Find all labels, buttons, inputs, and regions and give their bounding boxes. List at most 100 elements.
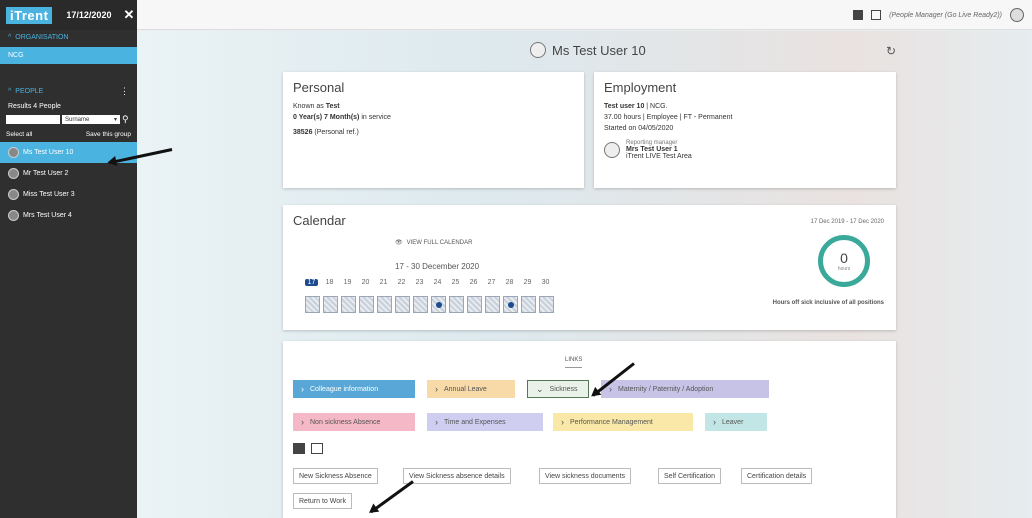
link-label: Performance Management (570, 418, 653, 426)
link-sickness[interactable]: ⌄ Sickness (527, 380, 589, 398)
eye-icon: 👁 (395, 240, 403, 246)
chevron-up-icon: ^ (8, 34, 12, 41)
calendar-day[interactable]: 30 (539, 279, 552, 286)
manager-name[interactable]: Mrs Test User 1 (626, 146, 692, 153)
calendar-cell[interactable] (341, 296, 356, 313)
calendar-day[interactable]: 19 (341, 279, 354, 286)
link-leaver[interactable]: › Leaver (705, 413, 767, 431)
avatar (530, 42, 546, 58)
search-icon[interactable]: ⚲ (122, 114, 129, 125)
calendar-day[interactable]: 20 (359, 279, 372, 286)
top-bar-actions: (People Manager (Go Live Ready2)) (853, 8, 1024, 22)
calendar-day[interactable]: 22 (395, 279, 408, 286)
calendar-day[interactable]: 24 (431, 279, 444, 286)
people-section-header[interactable]: ^ PEOPLE ⋮ (0, 82, 137, 101)
employee-name: Ms Test User 10 (552, 42, 646, 58)
chevron-right-icon: › (561, 417, 564, 427)
search-field-select[interactable]: Surname ▾ (62, 115, 120, 124)
link-label: Leaver (722, 418, 744, 426)
list-view-icon[interactable] (293, 443, 305, 454)
personal-ref-suffix: (Personal ref.) (314, 129, 359, 136)
view-full-calendar-label: VIEW FULL CALENDAR (406, 239, 473, 246)
link-performance-management[interactable]: › Performance Management (553, 413, 693, 431)
calendar-cell[interactable] (467, 296, 482, 313)
calendar-day[interactable]: 23 (413, 279, 426, 286)
close-icon[interactable]: ✕ (123, 7, 134, 23)
self-certification-button[interactable]: Self Certification (658, 468, 721, 484)
organisation-section-toggle[interactable]: ^ ORGANISATION (0, 30, 137, 45)
person-name: Miss Test User 3 (23, 191, 75, 198)
view-sickness-absence-details-button[interactable]: View Sickness absence details (403, 468, 511, 484)
link-annual-leave[interactable]: › Annual Leave (427, 380, 515, 398)
link-label: Non sickness Absence (310, 418, 381, 426)
link-maternity-paternity-adoption[interactable]: › Maternity / Paternity / Adoption (601, 380, 769, 398)
calendar-cell[interactable] (413, 296, 428, 313)
calendar-cell[interactable] (521, 296, 536, 313)
service-value: 0 Year(s) 7 Month(s) (293, 114, 360, 121)
user-avatar-icon[interactable] (1010, 8, 1024, 22)
current-date: 17/12/2020 (66, 10, 112, 20)
chevron-right-icon: › (435, 417, 438, 427)
employment-user-line: Test user 10 | NCG. (604, 101, 886, 112)
person-name: Mr Test User 2 (23, 170, 69, 177)
calendar-cell[interactable] (305, 296, 320, 313)
search-field-value: Surname (65, 116, 90, 123)
calendar-cell[interactable] (395, 296, 410, 313)
link-label: Sickness (549, 385, 578, 393)
link-label: Colleague information (310, 385, 379, 393)
itrent-logo: iTrent (6, 6, 53, 24)
calendar-cell[interactable] (359, 296, 374, 313)
personal-title: Personal (293, 80, 345, 95)
people-label: PEOPLE (15, 88, 44, 95)
calendar-title: Calendar (293, 213, 346, 228)
window-icon[interactable] (871, 10, 882, 20)
calendar-cell[interactable] (485, 296, 500, 313)
save-group-link[interactable]: Save this group (86, 131, 131, 138)
kebab-menu-icon[interactable]: ⋮ (120, 86, 129, 97)
calendar-cell[interactable] (503, 296, 518, 313)
calendar-day[interactable]: 28 (503, 279, 516, 286)
organisation-value[interactable]: NCG (0, 47, 137, 64)
dashboard-icon[interactable] (853, 10, 864, 20)
calendar-day[interactable]: 18 (323, 279, 336, 286)
avatar (8, 189, 19, 200)
sidebar-header: iTrent 17/12/2020 ✕ (0, 0, 137, 30)
calendar-cell[interactable] (431, 296, 446, 313)
chevron-down-icon: ⌄ (536, 383, 544, 394)
view-full-calendar-link[interactable]: 👁 VIEW FULL CALENDAR (395, 239, 473, 247)
chevron-right-icon: › (301, 417, 304, 427)
calendar-cell[interactable] (539, 296, 554, 313)
calendar-cell[interactable] (377, 296, 392, 313)
column-view-icon[interactable] (311, 443, 323, 454)
person-item[interactable]: Mr Test User 2 (0, 163, 137, 184)
link-time-and-expenses[interactable]: › Time and Expenses (427, 413, 543, 431)
service-suffix: in service (361, 114, 391, 121)
calendar-day[interactable]: 17 (305, 279, 318, 286)
link-colleague-information[interactable]: › Colleague information (293, 380, 415, 398)
chevron-right-icon: › (609, 384, 612, 394)
new-sickness-absence-button[interactable]: New Sickness Absence (293, 468, 378, 484)
link-non-sickness-absence[interactable]: › Non sickness Absence (293, 413, 415, 431)
calendar-cell[interactable] (449, 296, 464, 313)
person-name: Mrs Test User 4 (23, 212, 72, 219)
select-all-link[interactable]: Select all (6, 131, 32, 138)
view-sickness-documents-button[interactable]: View sickness documents (539, 468, 632, 484)
chevron-right-icon: › (713, 417, 716, 427)
role-label[interactable]: (People Manager (Go Live Ready2)) (889, 12, 1002, 19)
calendar-cell[interactable] (323, 296, 338, 313)
calendar-day[interactable]: 26 (467, 279, 480, 286)
avatar (604, 142, 620, 158)
refresh-icon[interactable]: ↻ (886, 44, 896, 58)
hours-unit: hours (837, 266, 851, 272)
calendar-day[interactable]: 21 (377, 279, 390, 286)
calendar-day[interactable]: 25 (449, 279, 462, 286)
employment-start: Started on 04/05/2020 (604, 125, 674, 132)
calendar-day[interactable]: 27 (485, 279, 498, 286)
people-search-input[interactable] (6, 115, 60, 124)
person-item[interactable]: Mrs Test User 4 (0, 205, 137, 226)
employee-header: Ms Test User 10 (530, 42, 646, 58)
person-item[interactable]: Miss Test User 3 (0, 184, 137, 205)
calendar-day[interactable]: 29 (521, 279, 534, 286)
return-to-work-button[interactable]: Return to Work (293, 493, 352, 509)
certification-details-button[interactable]: Certification details (741, 468, 813, 484)
